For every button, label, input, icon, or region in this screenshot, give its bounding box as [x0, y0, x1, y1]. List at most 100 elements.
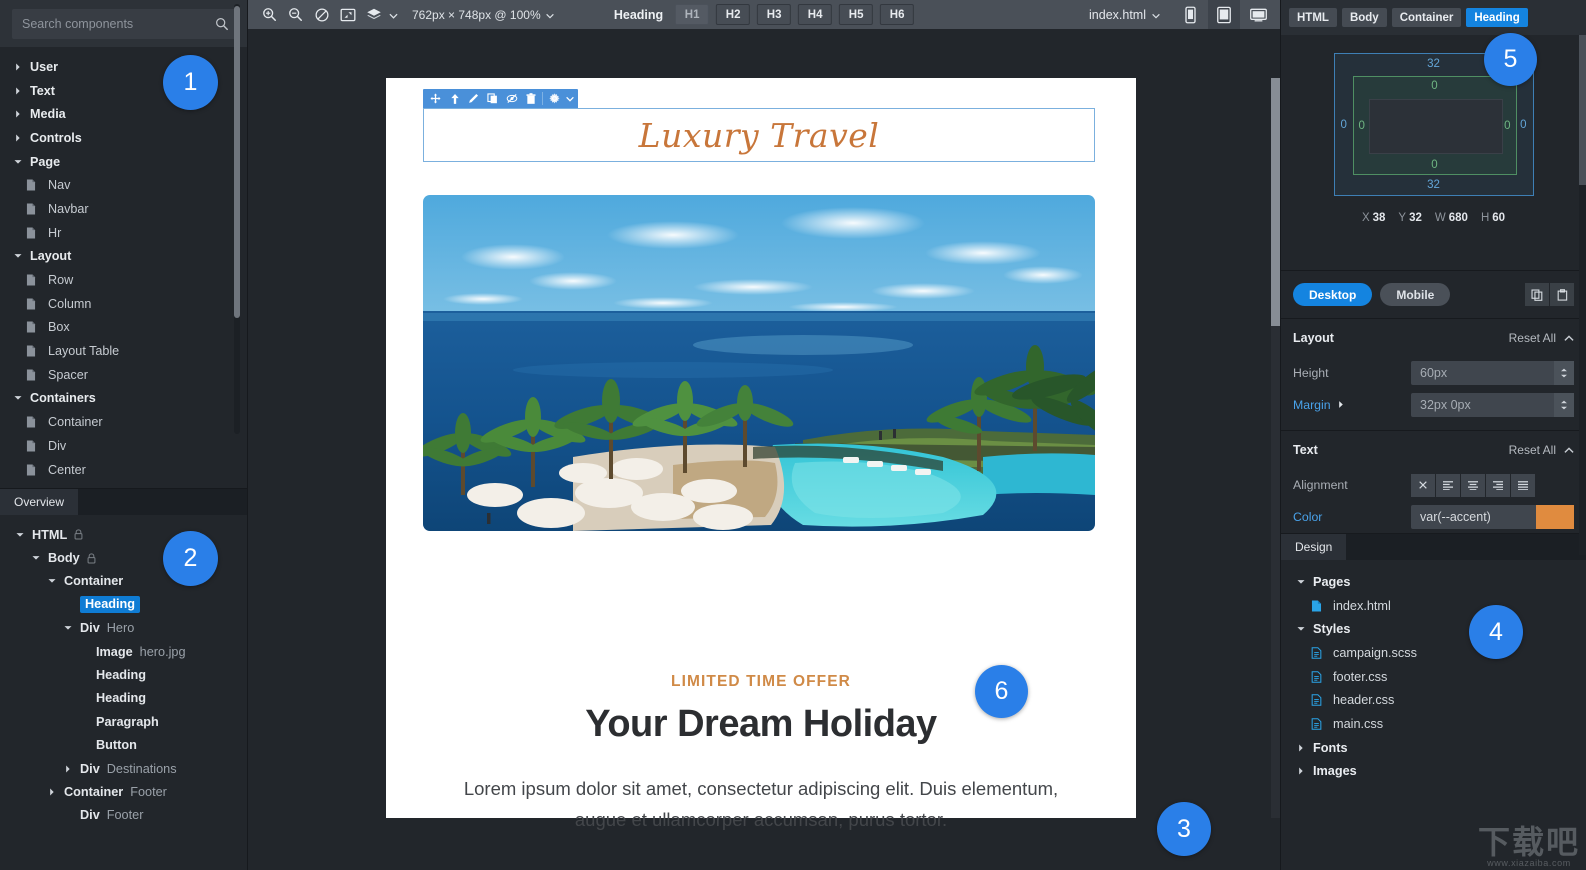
component-item-hr[interactable]: Hr: [0, 221, 247, 245]
copy-styles-icon[interactable]: [1525, 283, 1549, 306]
zoom-out-icon[interactable]: [284, 3, 307, 26]
search-icon[interactable]: [215, 17, 229, 31]
breadcrumb-item-heading[interactable]: Heading: [1466, 8, 1528, 27]
component-item-nav[interactable]: Nav: [0, 173, 247, 197]
layers-icon[interactable]: [362, 3, 385, 26]
design-item-footer-css[interactable]: footer.css: [1281, 665, 1586, 689]
zoom-in-icon[interactable]: [258, 3, 281, 26]
settings-chevron-down-icon[interactable]: [564, 89, 575, 108]
chevron-right-icon[interactable]: [12, 87, 24, 95]
hero-image[interactable]: [423, 195, 1095, 531]
select-parent-icon[interactable]: [445, 89, 464, 108]
margin-stepper[interactable]: [1554, 393, 1574, 417]
component-tree-scrollbar-thumb[interactable]: [234, 6, 240, 318]
chevron-down-icon[interactable]: [12, 159, 24, 165]
move-icon[interactable]: [426, 89, 445, 108]
settings-icon[interactable]: [545, 89, 564, 108]
color-input[interactable]: var(--accent): [1411, 505, 1574, 529]
search-input[interactable]: [22, 16, 215, 31]
design-tree[interactable]: Pages index.html Styles campaign.scss footer…: [1281, 560, 1586, 783]
component-item-navbar[interactable]: Navbar: [0, 197, 247, 221]
height-input[interactable]: 60px: [1411, 361, 1574, 385]
component-item-row[interactable]: Row: [0, 268, 247, 292]
component-tree[interactable]: User Text Media Controls Page Nav Navbar Hr Layo…: [0, 47, 247, 488]
component-item-container[interactable]: Container: [0, 410, 247, 434]
hide-icon[interactable]: [502, 89, 521, 108]
text-chevron-up-icon[interactable]: [1564, 446, 1574, 454]
text-reset-all-button[interactable]: Reset All: [1509, 443, 1556, 457]
chevron-down-icon[interactable]: [12, 253, 24, 259]
margin-input[interactable]: 32px 0px: [1411, 393, 1574, 417]
overview-node-container-footer[interactable]: Container Footer: [0, 780, 247, 803]
chevron-down-icon[interactable]: [62, 625, 74, 631]
chevron-right-icon[interactable]: [1295, 767, 1307, 775]
component-item-column[interactable]: Column: [0, 292, 247, 316]
height-stepper[interactable]: [1554, 361, 1574, 385]
fit-screen-icon[interactable]: [336, 3, 359, 26]
right-panel-scrollbar-thumb[interactable]: [1579, 35, 1586, 185]
margin-right-value[interactable]: 0: [1520, 119, 1526, 131]
search-box[interactable]: [12, 8, 237, 39]
component-item-page[interactable]: Page: [0, 150, 247, 174]
overview-node-div-footer[interactable]: Div Footer: [0, 804, 247, 827]
chevron-down-icon[interactable]: [30, 555, 42, 561]
overview-node-div-destinations[interactable]: Div Destinations: [0, 757, 247, 780]
component-item-box[interactable]: Box: [0, 316, 247, 340]
breakpoint-desktop-button[interactable]: Desktop: [1293, 283, 1373, 306]
overview-node-image-herojpg[interactable]: Image hero.jpg: [0, 640, 247, 663]
selected-heading-element[interactable]: Luxury Travel: [423, 108, 1095, 162]
chevron-right-icon[interactable]: [62, 765, 74, 773]
component-item-controls[interactable]: Controls: [0, 126, 247, 150]
margin-bottom-value[interactable]: 32: [1427, 179, 1440, 191]
chevron-down-icon[interactable]: [46, 578, 58, 584]
component-item-div[interactable]: Div: [0, 434, 247, 458]
overview-node-button[interactable]: Button: [0, 734, 247, 757]
canvas-size-selector[interactable]: 762px × 748px @ 100%: [412, 8, 554, 22]
overview-node-heading[interactable]: Heading: [0, 593, 247, 616]
delete-icon[interactable]: [521, 89, 540, 108]
design-item-header-css[interactable]: header.css: [1281, 688, 1586, 712]
design-item-main-css[interactable]: main.css: [1281, 712, 1586, 736]
overview-node-heading[interactable]: Heading: [0, 687, 247, 710]
breakpoint-mobile-button[interactable]: Mobile: [1380, 283, 1451, 306]
tab-design[interactable]: Design: [1281, 534, 1347, 560]
heading-level-h4-button[interactable]: H4: [798, 4, 833, 25]
margin-expand-chevron-right-icon[interactable]: [1338, 398, 1344, 412]
align-left-icon[interactable]: [1436, 473, 1460, 497]
component-item-containers[interactable]: Containers: [0, 387, 247, 411]
chevron-right-icon[interactable]: [12, 110, 24, 118]
component-item-layout-table[interactable]: Layout Table: [0, 339, 247, 363]
component-item-layout[interactable]: Layout: [0, 245, 247, 269]
color-label[interactable]: Color: [1293, 510, 1411, 524]
breadcrumb-item-body[interactable]: Body: [1341, 8, 1387, 27]
component-item-media[interactable]: Media: [0, 102, 247, 126]
file-selector[interactable]: index.html: [1089, 8, 1160, 22]
none-icon[interactable]: [1411, 473, 1435, 497]
design-item-styles[interactable]: Styles: [1281, 617, 1586, 641]
design-item-index-html[interactable]: index.html: [1281, 594, 1586, 618]
duplicate-icon[interactable]: [483, 89, 502, 108]
chevron-down-icon[interactable]: [1295, 579, 1307, 585]
heading-level-h1-button[interactable]: H1: [675, 4, 710, 25]
desktop-icon[interactable]: [1242, 0, 1274, 29]
padding-right-value[interactable]: 0: [1504, 120, 1510, 132]
heading-level-h6-button[interactable]: H6: [880, 4, 915, 25]
chevron-down-icon[interactable]: [14, 532, 26, 538]
overview-node-heading[interactable]: Heading: [0, 663, 247, 686]
layout-chevron-up-icon[interactable]: [1564, 334, 1574, 342]
canvas-size-chevron-down-icon[interactable]: [545, 8, 554, 22]
layers-chevron-down-icon[interactable]: [389, 6, 398, 24]
chevron-right-icon[interactable]: [12, 134, 24, 142]
padding-top-value[interactable]: 0: [1431, 80, 1437, 92]
box-model-padding-box[interactable]: 0 0 0 0: [1352, 76, 1517, 175]
align-center-icon[interactable]: [1461, 473, 1485, 497]
box-model-content-box[interactable]: [1368, 99, 1503, 154]
margin-left-value[interactable]: 0: [1341, 119, 1347, 131]
margin-top-value[interactable]: 32: [1427, 58, 1440, 70]
chevron-right-icon[interactable]: [46, 788, 58, 796]
design-item-pages[interactable]: Pages: [1281, 570, 1586, 594]
component-item-spacer[interactable]: Spacer: [0, 363, 247, 387]
color-swatch[interactable]: [1536, 505, 1574, 529]
breadcrumb-item-html[interactable]: HTML: [1289, 8, 1337, 27]
paste-styles-icon[interactable]: [1550, 283, 1574, 306]
